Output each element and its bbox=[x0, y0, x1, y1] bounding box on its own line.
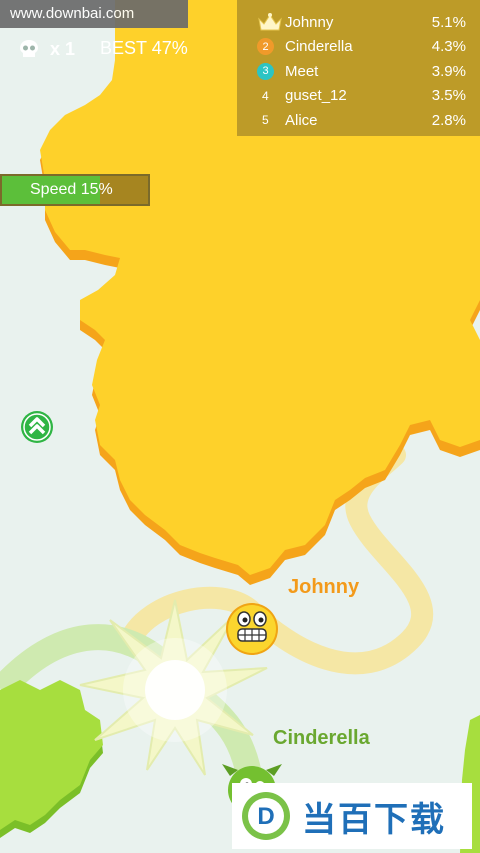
johnny-avatar bbox=[226, 603, 278, 655]
double-chevron-up-icon[interactable] bbox=[21, 411, 53, 443]
orange-rank-badge: 2 bbox=[257, 38, 274, 56]
kills-count: x 1 bbox=[50, 38, 76, 59]
watermark-brand: 当百下载 bbox=[302, 800, 446, 839]
leaderboard: Johnny 5.1% 2 Cinderella 4.3% 3 Meet 3.9… bbox=[237, 0, 480, 136]
best-score: BEST 47% bbox=[100, 38, 188, 58]
leaderboard-score: 3.5% bbox=[431, 87, 466, 105]
leaderboard-score: 4.3% bbox=[431, 38, 466, 56]
leaderboard-name: guset_12 bbox=[285, 87, 347, 105]
leaderboard-row: 2 Cinderella 4.3% bbox=[257, 35, 466, 60]
watermark-url: www.downbai.com bbox=[0, 0, 188, 28]
leaderboard-row: 4 guset_12 3.5% bbox=[257, 84, 466, 109]
leaderboard-name: Johnny bbox=[285, 13, 334, 31]
speed-label: Speed 15% bbox=[30, 181, 113, 198]
rank-number: 5 bbox=[262, 113, 269, 128]
svg-text:D: D bbox=[257, 803, 274, 830]
watermark-logo-icon: D bbox=[242, 792, 290, 840]
watermark-logo: D 当百下载 bbox=[232, 783, 472, 849]
cinderella-name-label: Cinderella bbox=[273, 727, 370, 749]
leaderboard-name: Meet bbox=[285, 62, 319, 80]
leaderboard-score: 2.8% bbox=[431, 111, 466, 129]
leaderboard-name: Alice bbox=[285, 111, 318, 129]
leaderboard-name: Cinderella bbox=[285, 38, 353, 56]
leaderboard-score: 5.1% bbox=[431, 13, 466, 31]
speed-bar: Speed 15% bbox=[0, 174, 150, 206]
crown-icon bbox=[258, 13, 282, 31]
johnny-name-label: Johnny bbox=[288, 576, 360, 598]
leaderboard-row: 5 Alice 2.8% bbox=[257, 108, 466, 133]
leaderboard-row: Johnny 5.1% bbox=[257, 10, 466, 35]
kills-counter: x 1 bbox=[18, 38, 75, 60]
leaderboard-score: 3.9% bbox=[431, 62, 466, 80]
skull-icon bbox=[20, 40, 38, 57]
rank-number: 4 bbox=[262, 88, 269, 103]
leaderboard-row: 3 Meet 3.9% bbox=[257, 59, 466, 84]
teal-rank-badge: 3 bbox=[257, 62, 274, 80]
